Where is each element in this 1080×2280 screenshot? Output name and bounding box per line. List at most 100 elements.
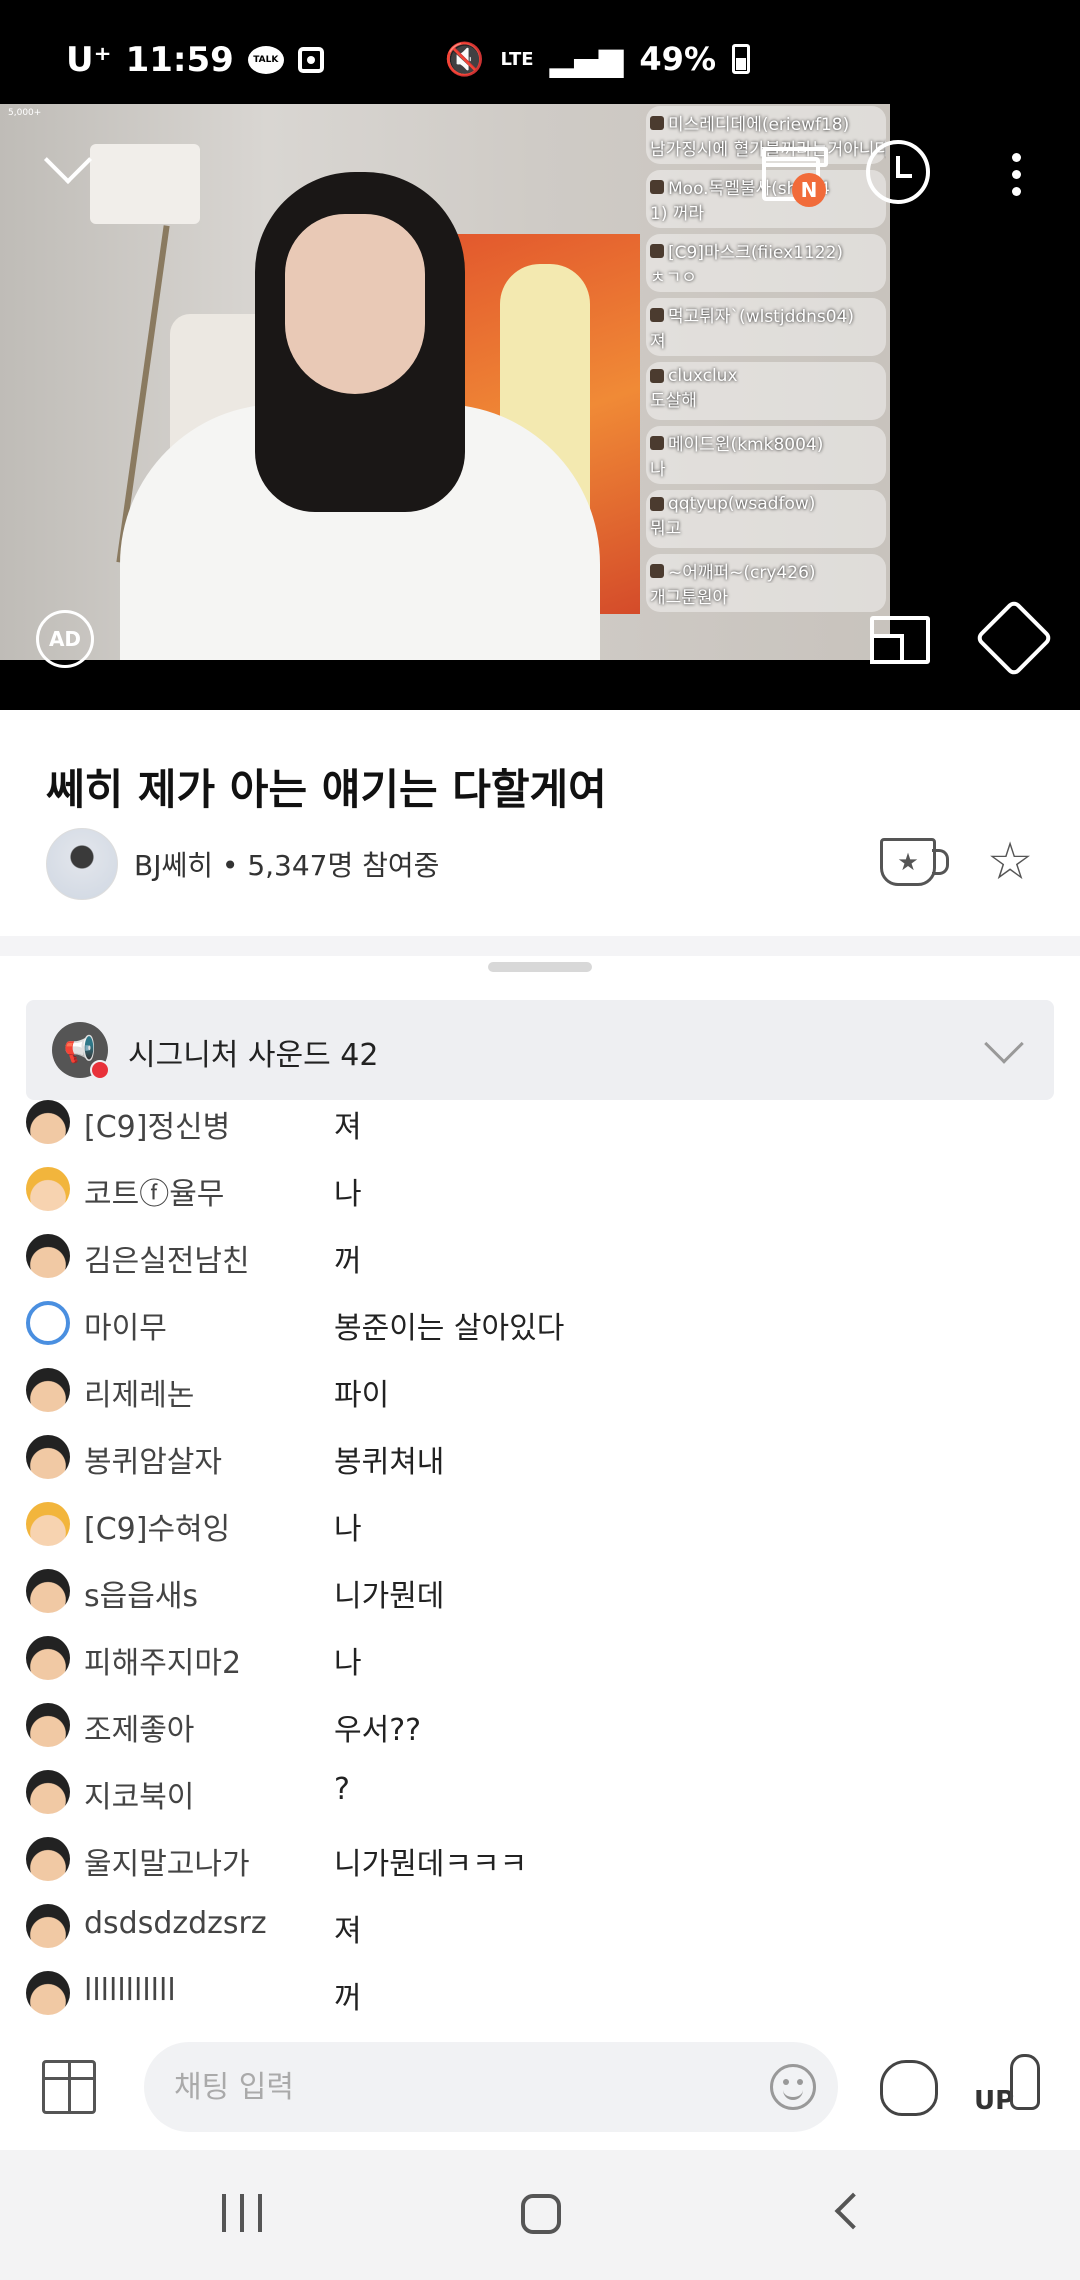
chat-message: 꺼 [334,1244,362,1279]
chat-list[interactable]: [C9]정신병 져 코트ⓕ율무 나 김은실전남친 꺼 마이무 봉준이는 살아있다… [0,1100,1080,2020]
user-avatar-icon [650,497,664,511]
kakaotalk-icon: TALK [247,46,284,74]
chat-row[interactable]: 피해주지마2 나 [0,1636,1080,1703]
streamer-avatar[interactable] [46,828,118,900]
overlay-chat-message: 뭐고 [650,519,682,539]
chat-username[interactable]: 지코북이 [84,1772,194,1816]
chat-username[interactable]: 봉퀴암살자 [84,1437,222,1481]
drag-handle[interactable] [488,962,592,972]
chat-row[interactable]: 리제레논 파이 [0,1368,1080,1435]
chat-message: 꺼 [334,1981,362,2016]
chat-row[interactable]: 조제좋아 우서?? [0,1703,1080,1770]
recents-icon[interactable] [222,2194,262,2234]
chat-message: 니가뭔데ㅋㅋㅋ [334,1847,528,1882]
chat-message: 봉퀴쳐내 [334,1445,445,1480]
overlay-chat-name: cluxclux [668,366,738,386]
up-label: UP [974,2086,1015,2116]
chat-row[interactable]: 봉퀴암살자 봉퀴쳐내 [0,1435,1080,1502]
overlay-chat-message: 져 [650,332,666,352]
emoji-icon[interactable] [770,2064,816,2110]
notice-text: 시그니처 사운드 42 [128,1038,379,1073]
chat-row[interactable]: s읍읍새s 니가뭔데 [0,1569,1080,1636]
chat-row[interactable]: 마이무 봉준이는 살아있다 [0,1301,1080,1368]
gift-icon[interactable] [42,2060,96,2114]
user-avatar-icon [26,1971,70,2015]
network-type: LTE [500,48,534,70]
chat-row[interactable]: 코트ⓕ율무 나 [0,1167,1080,1234]
chat-username[interactable]: s읍읍새s [84,1571,198,1615]
user-avatar-icon [650,243,664,258]
chat-username[interactable]: lllllllllll [84,1973,176,2008]
chat-username[interactable]: 조제좋아 [84,1705,194,1749]
camera-notification-icon [297,47,324,73]
overlay-chat-name: qqtyup(wsadfow) [668,494,816,514]
overlay-chat-name: 메이드윈(kmk8004) [668,435,824,455]
clapperboard-icon: N [762,147,828,207]
broadcast-title: 쎄히 제가 아는 얘기는 다할게여 [46,765,607,814]
chat-username[interactable]: 피해주지마2 [84,1638,241,1682]
chat-message: 져 [334,1914,362,1949]
chat-username[interactable]: 리제레논 [84,1370,194,1414]
user-avatar-icon [26,1368,70,1412]
broadcast-meta: BJ쎄히 • 5,347명 참여중 [46,828,439,900]
chat-input[interactable] [144,2042,838,2132]
chat-row[interactable]: 울지말고나가 니가뭔데ㅋㅋㅋ [0,1837,1080,1904]
back-icon[interactable] [834,2192,872,2230]
history-clock-icon[interactable] [866,140,930,204]
chat-username[interactable]: 코트ⓕ율무 [84,1169,224,1213]
more-options-icon[interactable] [996,144,1036,204]
overlay-chat-item: cluxclux 도살해 [646,362,886,420]
chat-row[interactable]: 김은실전남친 꺼 [0,1234,1080,1301]
chat-username[interactable]: dsdsdzdzsrz [84,1906,267,1941]
home-icon[interactable] [521,2194,561,2234]
user-avatar-icon [26,1167,70,1211]
user-avatar-icon [26,1502,70,1546]
user-avatar-icon [26,1234,70,1278]
overlay-chat-item: 메이드윈(kmk8004) 나 [646,426,886,484]
overlay-chat-name: 먹고튀자`(wlstjddns04) [668,307,855,327]
rotate-screen-icon[interactable] [974,598,1054,678]
meta-separator: • [221,849,239,882]
chat-row[interactable]: [C9]수혀잉 나 [0,1502,1080,1569]
subscribe-cup-icon[interactable]: ★ [880,838,949,886]
battery-icon [732,44,750,74]
user-avatar-icon [650,435,664,450]
section-divider [0,936,1080,956]
new-badge: N [792,173,826,207]
user-avatar-icon [650,563,664,578]
chat-input-bar: UP [0,2020,1080,2150]
chat-row[interactable]: 지코북이 ? [0,1770,1080,1837]
streamer-name[interactable]: BJ쎄히 [134,849,213,882]
clip-button[interactable]: N [756,144,828,207]
overlay-chat-item: [C9]마스크(fiiex1122) ㅊㄱㅇ [646,234,886,292]
chat-message: 나 [334,1177,362,1212]
user-avatar-icon [26,1100,70,1144]
viewer-watermark: 5,000+ [8,108,42,118]
chat-message: ? [334,1772,350,1807]
chat-username[interactable]: [C9]수혀잉 [84,1504,230,1548]
up-button[interactable]: UP [974,2054,1044,2116]
signal-icon: ▂▄▆ [549,40,624,78]
chat-username[interactable]: [C9]정신병 [84,1102,230,1146]
overlay-chat-name: [C9]마스크(fiiex1122) [668,243,844,263]
picture-in-picture-icon[interactable] [870,616,930,664]
video-player[interactable]: 5,000+ 미스레디데에(eriewf18) 남가징시에 혈가불꺼라는거아니다… [0,104,1080,710]
chat-username[interactable]: 울지말고나가 [84,1839,250,1883]
ad-button[interactable]: AD [36,610,94,668]
signature-sound-notice[interactable]: 📢 시그니처 사운드 42 [26,1000,1054,1100]
chat-row[interactable]: lllllllllll 꺼 [0,1971,1080,2020]
chat-username[interactable]: 김은실전남친 [84,1236,250,1280]
minimize-chevron-icon[interactable] [38,144,98,194]
thumbs-up-icon [1010,2054,1040,2110]
chat-message: 져 [334,1110,362,1145]
star-balloon-icon[interactable] [880,2060,938,2116]
chat-row[interactable]: dsdsdzdzsrz 져 [0,1904,1080,1971]
chat-username[interactable]: 마이무 [84,1303,167,1347]
chat-row[interactable]: [C9]정신병 져 [0,1100,1080,1167]
clock: 11:59 [125,40,234,80]
favorite-star-icon[interactable]: ☆ [980,832,1040,892]
lamp-shade [90,144,200,224]
chevron-down-icon[interactable] [984,1024,1024,1064]
bear-avatar-icon [26,1301,70,1345]
overlay-chat-message: 나 [650,460,666,480]
